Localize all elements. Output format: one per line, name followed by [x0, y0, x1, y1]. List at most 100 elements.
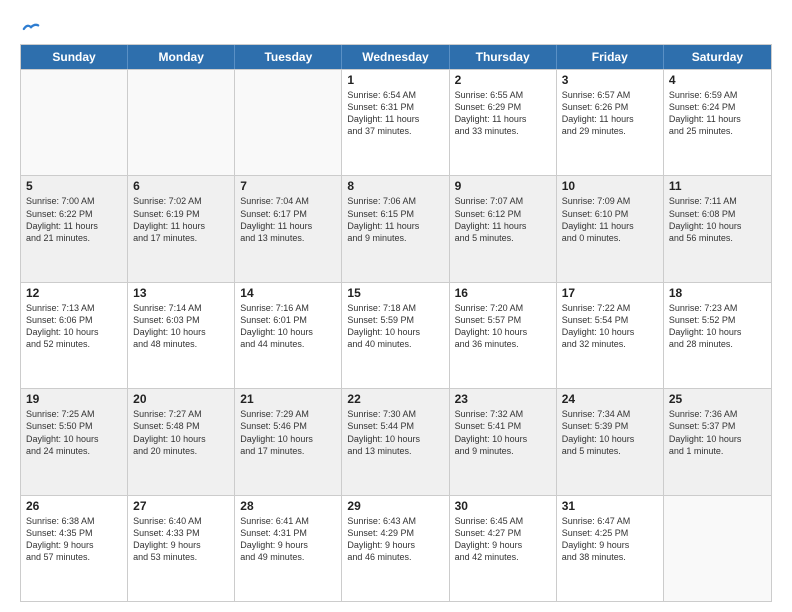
calendar-cell-day-18: 18Sunrise: 7:23 AMSunset: 5:52 PMDayligh… [664, 283, 771, 388]
cell-line: and 32 minutes. [562, 338, 658, 350]
cell-line: and 20 minutes. [133, 445, 229, 457]
cell-line: and 37 minutes. [347, 125, 443, 137]
calendar-cell-day-2: 2Sunrise: 6:55 AMSunset: 6:29 PMDaylight… [450, 70, 557, 175]
calendar-cell-day-20: 20Sunrise: 7:27 AMSunset: 5:48 PMDayligh… [128, 389, 235, 494]
cell-line: Daylight: 11 hours [240, 220, 336, 232]
cell-line: Sunset: 6:31 PM [347, 101, 443, 113]
cell-line: Daylight: 11 hours [455, 220, 551, 232]
calendar-cell-day-25: 25Sunrise: 7:36 AMSunset: 5:37 PMDayligh… [664, 389, 771, 494]
cell-line: Daylight: 10 hours [240, 326, 336, 338]
calendar-cell-day-19: 19Sunrise: 7:25 AMSunset: 5:50 PMDayligh… [21, 389, 128, 494]
day-number: 28 [240, 499, 336, 513]
cell-line: and 9 minutes. [455, 445, 551, 457]
day-header-monday: Monday [128, 45, 235, 69]
day-number: 13 [133, 286, 229, 300]
calendar-cell-day-11: 11Sunrise: 7:11 AMSunset: 6:08 PMDayligh… [664, 176, 771, 281]
calendar-cell-day-9: 9 Sunrise: 7:07 AMSunset: 6:12 PMDaylight… [450, 176, 557, 281]
cell-line: Sunset: 4:25 PM [562, 527, 658, 539]
day-header-friday: Friday [557, 45, 664, 69]
cell-line: Sunrise: 7:36 AM [669, 408, 766, 420]
cell-line: and 17 minutes. [240, 445, 336, 457]
cell-line: Sunset: 6:19 PM [133, 208, 229, 220]
calendar-row-3: 12Sunrise: 7:13 AMSunset: 6:06 PMDayligh… [21, 282, 771, 388]
cell-line: Daylight: 9 hours [26, 539, 122, 551]
cell-line: Sunrise: 7:04 AM [240, 195, 336, 207]
cell-line: Sunrise: 6:38 AM [26, 515, 122, 527]
day-number: 20 [133, 392, 229, 406]
cell-line: and 46 minutes. [347, 551, 443, 563]
cell-line: Sunset: 4:27 PM [455, 527, 551, 539]
cell-line: Sunrise: 7:18 AM [347, 302, 443, 314]
day-number: 22 [347, 392, 443, 406]
day-number: 30 [455, 499, 551, 513]
calendar-cell-day-17: 17Sunrise: 7:22 AMSunset: 5:54 PMDayligh… [557, 283, 664, 388]
cell-line: Sunset: 4:29 PM [347, 527, 443, 539]
cell-line: Daylight: 11 hours [347, 220, 443, 232]
calendar-cell-day-15: 15Sunrise: 7:18 AMSunset: 5:59 PMDayligh… [342, 283, 449, 388]
cell-line: and 33 minutes. [455, 125, 551, 137]
cell-line: Sunset: 6:08 PM [669, 208, 766, 220]
cell-line: Daylight: 10 hours [133, 326, 229, 338]
calendar-body: 1Sunrise: 6:54 AMSunset: 6:31 PMDaylight… [21, 69, 771, 601]
cell-line: Sunset: 5:41 PM [455, 420, 551, 432]
day-number: 29 [347, 499, 443, 513]
cell-line: Daylight: 11 hours [562, 220, 658, 232]
cell-line: Sunrise: 7:32 AM [455, 408, 551, 420]
cell-line: Sunset: 6:29 PM [455, 101, 551, 113]
calendar-cell-day-23: 23Sunrise: 7:32 AMSunset: 5:41 PMDayligh… [450, 389, 557, 494]
cell-line: Sunset: 6:01 PM [240, 314, 336, 326]
cell-line: Daylight: 10 hours [669, 326, 766, 338]
day-number: 25 [669, 392, 766, 406]
day-number: 7 [240, 179, 336, 193]
page: SundayMondayTuesdayWednesdayThursdayFrid… [0, 0, 792, 612]
calendar-cell-day-3: 3Sunrise: 6:57 AMSunset: 6:26 PMDaylight… [557, 70, 664, 175]
cell-line: Daylight: 10 hours [562, 326, 658, 338]
calendar-cell-day-22: 22Sunrise: 7:30 AMSunset: 5:44 PMDayligh… [342, 389, 449, 494]
cell-line: Sunrise: 6:47 AM [562, 515, 658, 527]
day-number: 12 [26, 286, 122, 300]
cell-line: and 48 minutes. [133, 338, 229, 350]
cell-line: Daylight: 9 hours [562, 539, 658, 551]
cell-line: Sunrise: 6:59 AM [669, 89, 766, 101]
cell-line: Daylight: 10 hours [455, 326, 551, 338]
cell-line: Sunrise: 7:06 AM [347, 195, 443, 207]
calendar-row-1: 1Sunrise: 6:54 AMSunset: 6:31 PMDaylight… [21, 69, 771, 175]
cell-line: Sunrise: 7:29 AM [240, 408, 336, 420]
cell-line: Sunset: 5:44 PM [347, 420, 443, 432]
cell-line: Daylight: 11 hours [455, 113, 551, 125]
cell-line: and 21 minutes. [26, 232, 122, 244]
cell-line: and 57 minutes. [26, 551, 122, 563]
cell-line: and 9 minutes. [347, 232, 443, 244]
cell-line: Sunrise: 7:30 AM [347, 408, 443, 420]
day-number: 10 [562, 179, 658, 193]
cell-line: and 36 minutes. [455, 338, 551, 350]
calendar-cell-day-5: 5Sunrise: 7:00 AMSunset: 6:22 PMDaylight… [21, 176, 128, 281]
cell-line: and 17 minutes. [133, 232, 229, 244]
cell-line: Sunrise: 7:20 AM [455, 302, 551, 314]
calendar-row-5: 26Sunrise: 6:38 AMSunset: 4:35 PMDayligh… [21, 495, 771, 601]
cell-line: Sunset: 5:48 PM [133, 420, 229, 432]
cell-line: Sunset: 6:24 PM [669, 101, 766, 113]
cell-line: Daylight: 10 hours [133, 433, 229, 445]
cell-line: and 5 minutes. [562, 445, 658, 457]
cell-line: Daylight: 11 hours [26, 220, 122, 232]
cell-line: Sunrise: 7:14 AM [133, 302, 229, 314]
cell-line: Sunrise: 7:25 AM [26, 408, 122, 420]
day-number: 9 [455, 179, 551, 193]
cell-line: Sunset: 6:03 PM [133, 314, 229, 326]
cell-line: Sunrise: 6:55 AM [455, 89, 551, 101]
day-number: 3 [562, 73, 658, 87]
cell-line: Sunrise: 7:13 AM [26, 302, 122, 314]
cell-line: Sunset: 6:12 PM [455, 208, 551, 220]
cell-line: Sunrise: 7:07 AM [455, 195, 551, 207]
cell-line: Daylight: 9 hours [347, 539, 443, 551]
cell-line: Sunrise: 7:11 AM [669, 195, 766, 207]
day-header-thursday: Thursday [450, 45, 557, 69]
cell-line: Daylight: 11 hours [562, 113, 658, 125]
cell-line: Sunset: 5:37 PM [669, 420, 766, 432]
cell-line: and 5 minutes. [455, 232, 551, 244]
cell-line: Sunset: 5:39 PM [562, 420, 658, 432]
calendar-cell-empty [235, 70, 342, 175]
cell-line: Sunrise: 6:40 AM [133, 515, 229, 527]
cell-line: Daylight: 10 hours [669, 220, 766, 232]
